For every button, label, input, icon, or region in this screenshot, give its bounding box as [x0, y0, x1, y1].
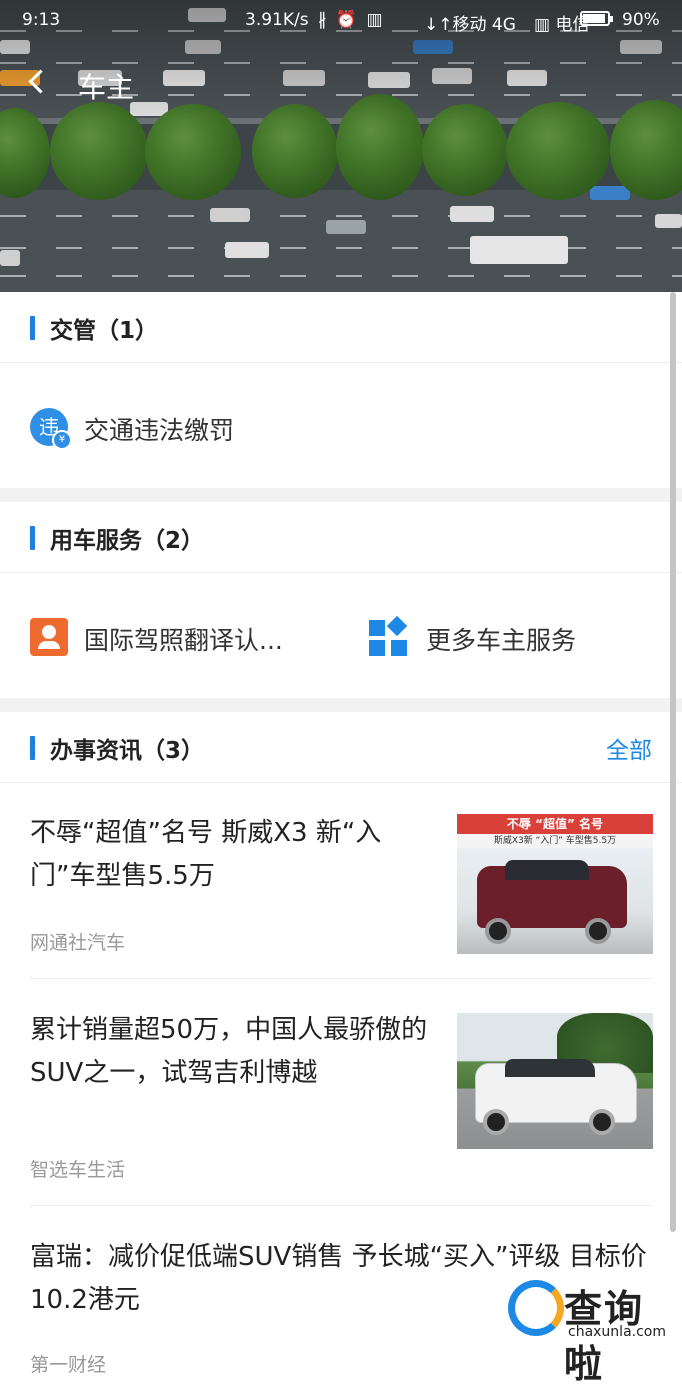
battery-icon [580, 11, 613, 26]
news-title: 不辱“超值”名号 斯威X3 新“入门”车型售5.5万 [30, 818, 382, 891]
section-marker [30, 736, 35, 760]
section-gap [0, 488, 682, 502]
status-bar: 9:13 3.91K/s ∦ ⏰ ▥ ↓↑移动 4G ▥ 电信 90% [0, 0, 682, 40]
watermark-url: chaxunla.com [568, 1324, 666, 1340]
section-car-service: 用车服务（2） 国际驾照翻译认... 更多车主服务 [0, 502, 682, 698]
status-icons: ∦ ⏰ ▥ [318, 10, 385, 30]
back-icon[interactable] [22, 64, 58, 100]
news-source: 智选车生活 [30, 1159, 126, 1181]
service-traffic-violation[interactable]: 违 交通违法缴罚 [0, 372, 682, 482]
section-header: 交管（1） [0, 292, 682, 363]
more-services-icon [369, 615, 408, 656]
service-label: 更多车主服务 [426, 626, 577, 655]
news-thumbnail: 不辱 “超值” 名号 斯威X3新 “入门” 车型售5.5万 [457, 814, 653, 954]
section-marker [30, 316, 35, 340]
search-logo-icon [508, 1280, 564, 1336]
scrollbar[interactable] [670, 292, 676, 1232]
status-net-speed: 3.91K/s [245, 10, 309, 30]
service-more-car-services[interactable]: 更多车主服务 [341, 582, 682, 692]
page-title: 车主 [78, 71, 135, 104]
news-item[interactable]: 累计销量超50万，中国人最骄傲的SUV之一，试驾吉利博越 智选车生活 [0, 979, 682, 1205]
violation-icon: 违 [30, 408, 72, 450]
news-thumbnail [457, 1013, 653, 1149]
section-title: 办事资讯（3） [50, 738, 205, 764]
nav-bar: 车主 [0, 56, 682, 110]
thumb-caption: 不辱 “超值” 名号 [457, 814, 653, 834]
header-banner [0, 0, 682, 292]
section-header: 用车服务（2） [0, 502, 682, 573]
section-title: 交管（1） [50, 318, 159, 344]
news-item[interactable]: 不辱“超值”名号 斯威X3 新“入门”车型售5.5万 网通社汽车 不辱 “超值”… [0, 782, 682, 978]
section-news: 办事资讯（3） 全部 不辱“超值”名号 斯威X3 新“入门”车型售5.5万 网通… [0, 712, 682, 1376]
service-label: 交通违法缴罚 [84, 416, 235, 445]
view-all-link[interactable]: 全部 [606, 731, 652, 765]
status-carrier-mobile: ↓↑移动 4G [424, 15, 516, 35]
thumb-subcaption: 斯威X3新 “入门” 车型售5.5万 [493, 836, 617, 846]
section-title: 用车服务（2） [50, 528, 205, 554]
watermark-logo: 查询啦 chaxunla.com [508, 1278, 678, 1386]
status-time: 9:13 [22, 10, 61, 30]
news-title: 累计销量超50万，中国人最骄傲的SUV之一，试驾吉利博越 [30, 1015, 428, 1088]
section-gap [0, 698, 682, 712]
section-traffic: 交管（1） 违 交通违法缴罚 [0, 292, 682, 488]
driver-license-icon [30, 618, 68, 656]
section-header: 办事资讯（3） 全部 [0, 712, 682, 783]
section-marker [30, 526, 35, 550]
service-international-license[interactable]: 国际驾照翻译认... [0, 582, 341, 692]
service-label: 国际驾照翻译认... [84, 626, 283, 655]
news-source: 网通社汽车 [30, 932, 126, 954]
status-battery: 90% [622, 10, 660, 30]
